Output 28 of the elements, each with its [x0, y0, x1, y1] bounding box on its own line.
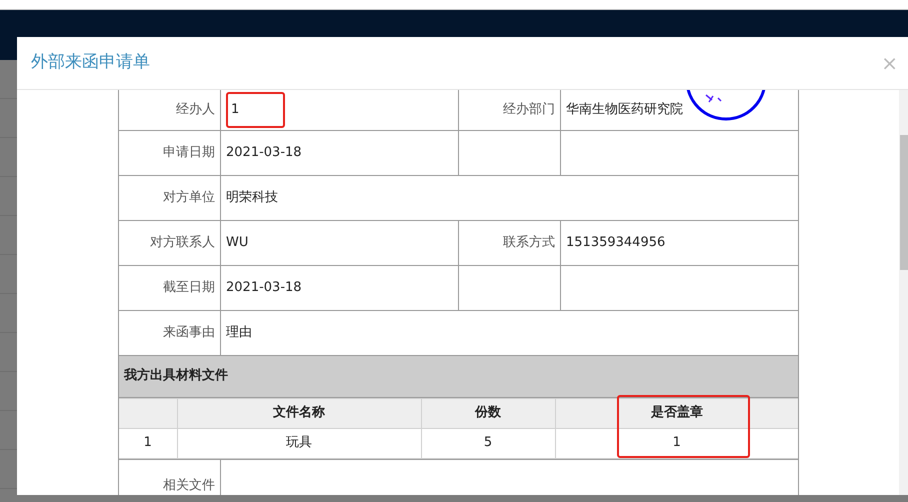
close-button[interactable]: ×: [881, 53, 898, 73]
field-label: 联系方式: [503, 234, 555, 250]
field-label: 经办部门: [503, 102, 555, 117]
field-label: 相关文件: [163, 478, 215, 492]
table-cell: 1: [144, 435, 152, 450]
field-label: 截至日期: [163, 280, 215, 295]
section-title: 我方出具材料文件: [124, 368, 228, 384]
field-label: 来函事由: [163, 324, 215, 340]
field-value: 151359344956: [566, 234, 666, 250]
field-value: 华南生物医药研究院: [566, 102, 683, 117]
table-cell: 5: [484, 435, 492, 450]
table-cell: 玩具: [286, 435, 312, 450]
column-header: 文件名称: [273, 405, 325, 420]
field-label: 经办人: [176, 102, 215, 117]
table-cell: 1: [672, 435, 681, 450]
field-label: 对方联系人: [150, 234, 215, 250]
field-label: 申请日期: [163, 144, 215, 160]
field-value: WU: [226, 234, 248, 250]
field-label: 对方单位: [163, 190, 215, 205]
scrollbar[interactable]: [899, 90, 908, 495]
column-header: 份数: [475, 405, 501, 420]
field-value: 2021-03-18: [226, 144, 302, 160]
dialog-title: 外部来函申请单: [31, 51, 150, 74]
field-value: 1: [226, 92, 286, 128]
column-header: 是否盖章: [650, 405, 703, 420]
field-value: 2021-03-18: [226, 280, 302, 295]
field-value: 明荣科技: [226, 190, 278, 205]
field-value: 理由: [226, 324, 252, 340]
